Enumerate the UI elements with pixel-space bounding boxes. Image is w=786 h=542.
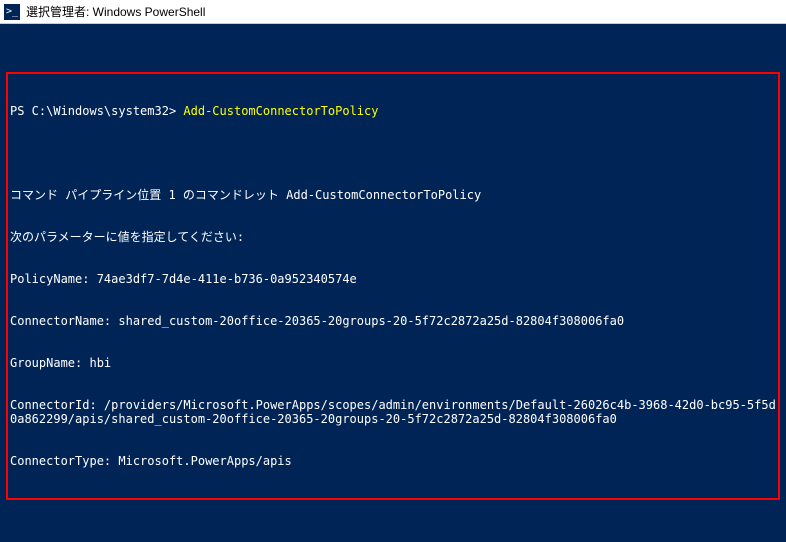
connector-name-line: ConnectorName: shared_custom-20office-20… <box>10 314 776 328</box>
group-name-line: GroupName: hbi <box>10 356 776 370</box>
console-area[interactable]: PS C:\Windows\system32> Add-CustomConnec… <box>0 24 786 542</box>
pipeline-line: コマンド パイプライン位置 1 のコマンドレット Add-CustomConne… <box>10 188 776 202</box>
window-titlebar: >_ 選択管理者: Windows PowerShell <box>0 0 786 24</box>
window-title: 選択管理者: Windows PowerShell <box>26 3 205 20</box>
powershell-icon: >_ <box>4 4 20 20</box>
prompt-line: PS C:\Windows\system32> Add-CustomConnec… <box>10 104 776 118</box>
command-input-block: PS C:\Windows\system32> Add-CustomConnec… <box>6 72 780 500</box>
command-text: Add-CustomConnectorToPolicy <box>183 104 378 118</box>
connector-id-line: ConnectorId: /providers/Microsoft.PowerA… <box>10 398 776 426</box>
prompt-path: PS C:\Windows\system32> <box>10 104 176 118</box>
policy-name-line: PolicyName: 74ae3df7-7d4e-411e-b736-0a95… <box>10 272 776 286</box>
param-prompt-line: 次のパラメーターに値を指定してください: <box>10 230 776 244</box>
connector-type-line: ConnectorType: Microsoft.PowerApps/apis <box>10 454 776 468</box>
icon-glyph: >_ <box>6 6 18 17</box>
